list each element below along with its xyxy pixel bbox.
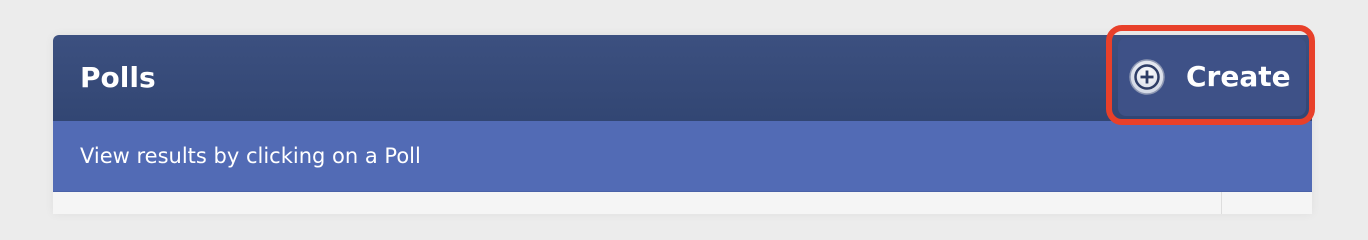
plus-circle-icon [1129,59,1165,95]
page-title: Polls [80,61,156,94]
panel-body [53,192,1312,214]
panel-subheader: View results by clicking on a Poll [53,121,1312,192]
create-button[interactable]: Create [1118,38,1306,116]
create-button-label: Create [1186,60,1291,93]
panel-subtitle: View results by clicking on a Poll [80,144,421,168]
column-divider [1221,192,1222,214]
